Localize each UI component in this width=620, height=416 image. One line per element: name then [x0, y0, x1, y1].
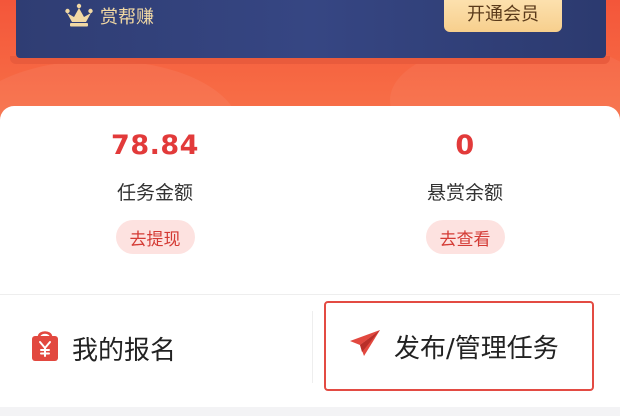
- reward-balance-label: 悬赏余额: [426, 182, 503, 204]
- task-amount-value: 78.84: [111, 130, 199, 161]
- paper-plane-icon: [348, 328, 382, 365]
- vip-brand: 赏帮赚: [64, 0, 154, 32]
- vip-banner[interactable]: 赏帮赚 开通会员: [16, 0, 606, 58]
- task-amount-stat: 78.84 任务金额 去提现: [0, 106, 310, 296]
- action-separator: [312, 311, 313, 383]
- my-signups-label: 我的报名: [72, 335, 177, 366]
- my-signups-button[interactable]: 我的报名: [30, 303, 300, 393]
- balance-card: 78.84 任务金额 去提现 0 悬赏余额 去查看: [0, 106, 620, 296]
- publish-manage-tasks-button[interactable]: 发布/管理任务: [324, 301, 594, 391]
- reward-balance-value: 0: [455, 130, 475, 161]
- open-vip-button[interactable]: 开通会员: [444, 0, 562, 32]
- vip-brand-label: 赏帮赚: [100, 7, 154, 28]
- action-bar: 我的报名 发布/管理任务: [0, 295, 620, 407]
- bottom-background: [0, 407, 620, 416]
- crown-icon: [64, 3, 94, 29]
- task-amount-label: 任务金额: [116, 182, 193, 204]
- bag-icon: [30, 328, 60, 369]
- view-reward-button[interactable]: 去查看: [425, 220, 505, 254]
- reward-balance-stat: 0 悬赏余额 去查看: [310, 106, 620, 296]
- withdraw-button[interactable]: 去提现: [115, 220, 195, 254]
- publish-manage-label: 发布/管理任务: [394, 333, 559, 364]
